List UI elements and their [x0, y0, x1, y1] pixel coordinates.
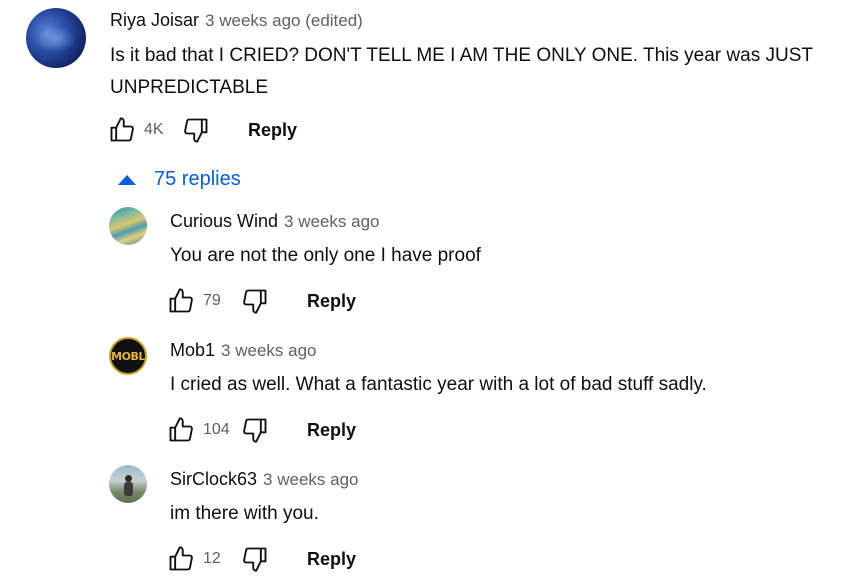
thumbs-up-icon[interactable] [108, 116, 136, 144]
caret-up-icon [118, 174, 136, 185]
reply-text: You are not the only one I have proof [170, 245, 481, 266]
thumbs-down-icon[interactable] [241, 287, 269, 315]
thumbs-up-icon[interactable] [167, 545, 195, 573]
reply-header: Curious Wind 3 weeks ago [170, 211, 380, 232]
reply-button[interactable]: Reply [307, 291, 356, 312]
timestamp[interactable]: 3 weeks ago [284, 212, 379, 231]
author-name[interactable]: Mob1 [170, 340, 215, 360]
reply-button[interactable]: Reply [248, 120, 297, 141]
like-count: 4K [144, 121, 164, 138]
reply-actions: 104 Reply [167, 415, 356, 445]
like-count: 12 [203, 550, 221, 567]
author-name[interactable]: SirClock63 [170, 469, 257, 489]
mob1-logo-icon: MOBL [111, 349, 145, 363]
reply-header: Mob1 3 weeks ago [170, 340, 316, 361]
thumbs-up-icon[interactable] [167, 287, 195, 315]
like-count: 104 [203, 421, 230, 438]
comment-actions: 4K Reply [108, 115, 297, 145]
reply-button[interactable]: Reply [307, 549, 356, 570]
comment-text: Is it bad that I CRIED? DON'T TELL ME I … [110, 45, 813, 98]
reply-actions: 79 Reply [167, 286, 356, 316]
thumbs-down-icon[interactable] [241, 416, 269, 444]
replies-count-label: 75 replies [154, 168, 241, 190]
reply-header: SirClock63 3 weeks ago [170, 469, 358, 490]
avatar-riya-joisar[interactable] [26, 8, 86, 68]
reply-actions: 12 Reply [167, 544, 356, 574]
avatar-sirclock63[interactable] [109, 465, 147, 503]
like-count: 79 [203, 292, 221, 309]
timestamp[interactable]: 3 weeks ago [221, 341, 316, 360]
timestamp[interactable]: 3 weeks ago [263, 470, 358, 489]
timestamp[interactable]: 3 weeks ago (edited) [205, 11, 363, 30]
thumbs-down-icon[interactable] [182, 116, 210, 144]
thumbs-up-icon[interactable] [167, 416, 195, 444]
avatar-mob1[interactable]: MOBL [109, 337, 147, 375]
reply-button[interactable]: Reply [307, 420, 356, 441]
reply-text: im there with you. [170, 503, 319, 524]
author-name[interactable]: Curious Wind [170, 211, 278, 231]
reply-text: I cried as well. What a fantastic year w… [170, 374, 707, 395]
author-name[interactable]: Riya Joisar [110, 10, 199, 30]
thumbs-down-icon[interactable] [241, 545, 269, 573]
hide-replies-toggle[interactable]: 75 replies [118, 168, 241, 191]
avatar-curious-wind[interactable] [109, 207, 147, 245]
comment-header: Riya Joisar 3 weeks ago (edited) [110, 10, 363, 31]
